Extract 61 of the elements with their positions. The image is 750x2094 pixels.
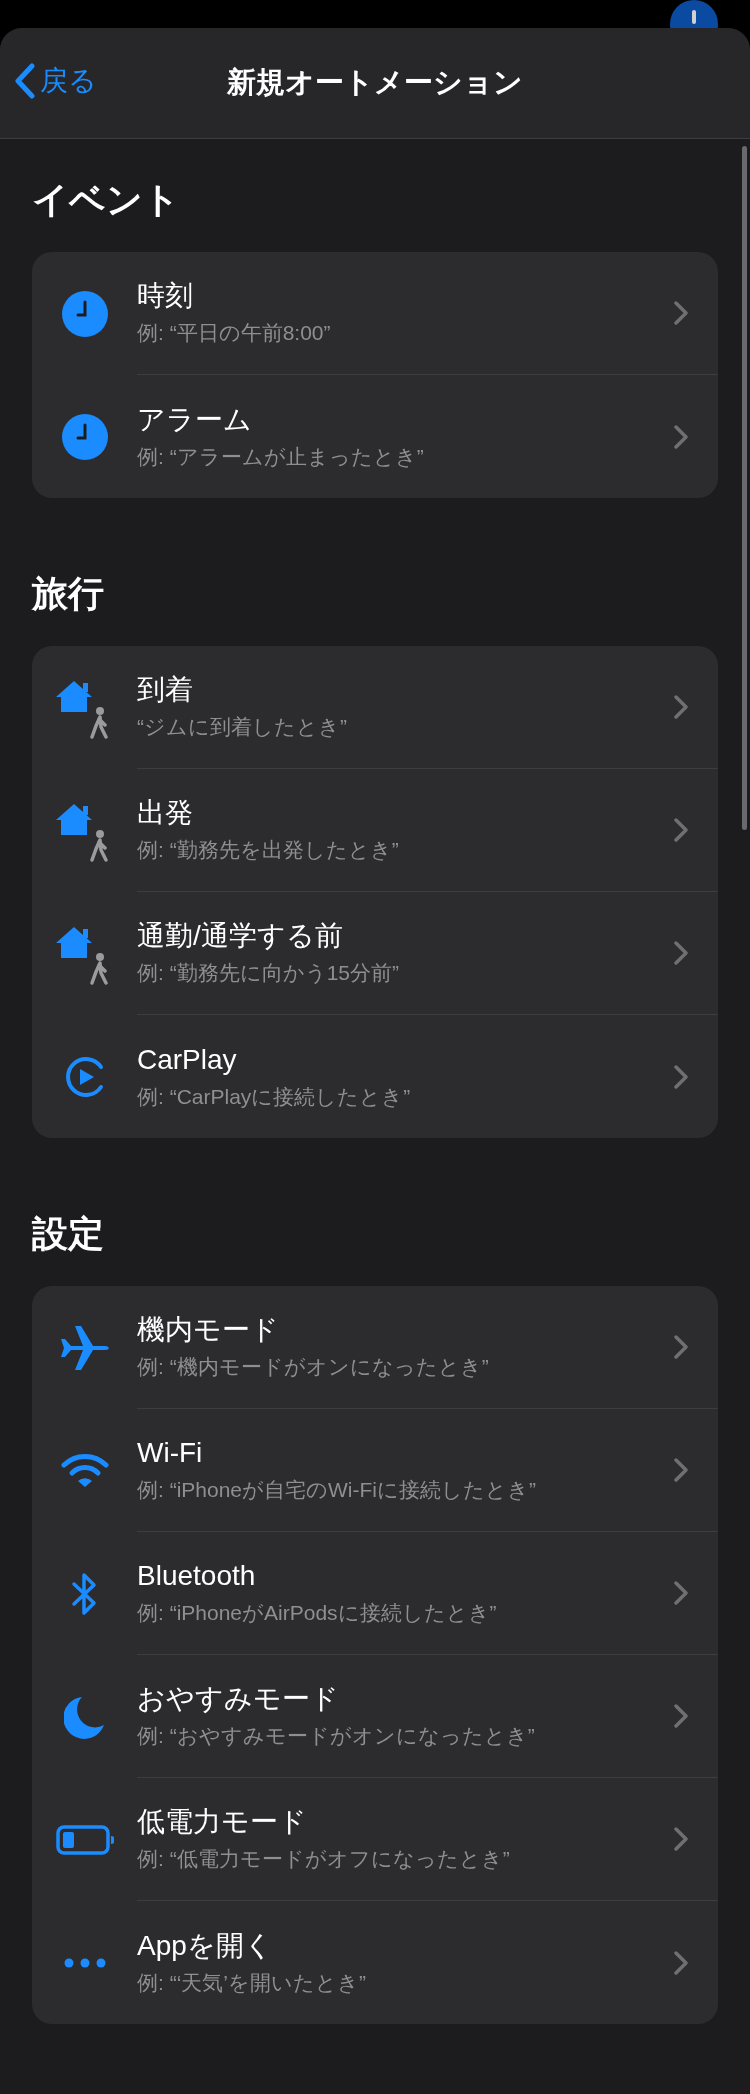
list-row[interactable]: アラーム 例: “アラームが止まったとき” [32, 375, 718, 498]
list-row[interactable]: Appを開く 例: “‘天気’を開いたとき” [32, 1901, 718, 2024]
list-row[interactable]: 低電力モード 例: “低電力モードがオフになったとき” [32, 1778, 718, 1901]
row-subtitle: 例: “アラームが止まったとき” [137, 443, 425, 470]
list-row[interactable]: CarPlay 例: “CarPlayに接続したとき” [32, 1015, 718, 1138]
section-header: 旅行 [32, 572, 104, 616]
clock-icon [61, 413, 108, 460]
row-subtitle: 例: “勤務先に向かう15分前” [137, 960, 400, 986]
section-header: 設定 [32, 1212, 104, 1256]
section-header: イベント [32, 178, 180, 222]
wifi-icon [60, 1452, 109, 1489]
row-subtitle: 例: “おやすみモードがオンになったとき” [137, 1723, 536, 1749]
list-row[interactable]: 機内モード 例: “機内モードがオンになったとき” [32, 1286, 718, 1409]
chevron-icon [674, 1950, 688, 1975]
list-row[interactable]: 到着 “ジムに到着したとき” [32, 646, 718, 769]
row-subtitle: 例: “iPhoneが自宅のWi-Fiに接続したとき” [137, 1477, 538, 1503]
chevron-icon [674, 424, 688, 449]
row-subtitle: 例: “平日の午前8:00” [137, 320, 332, 346]
row-subtitle: 例: “勤務先を出発したとき” [137, 837, 400, 863]
row-subtitle: 例: “CarPlayに接続したとき” [137, 1083, 412, 1110]
row-title: Wi-Fi [137, 1436, 204, 1470]
row-title: Bluetooth [137, 1559, 257, 1593]
screen-title: 新規オートメーション [227, 65, 523, 101]
row-title: おやすみモード [137, 1682, 340, 1716]
list-row[interactable]: 通勤/通学する前 例: “勤務先に向かう15分前” [32, 892, 718, 1015]
list-row[interactable]: Bluetooth 例: “iPhoneがAirPodsに接続したとき” [32, 1532, 718, 1655]
row-title: 低電力モード [137, 1805, 308, 1839]
back-chevron-icon [14, 63, 36, 99]
row-title: Appを開く [137, 1928, 274, 1963]
list-row[interactable]: おやすみモード 例: “おやすみモードがオンになったとき” [32, 1655, 718, 1778]
row-title: CarPlay [137, 1042, 238, 1077]
chevron-icon [674, 1827, 688, 1851]
battery-icon [55, 1824, 114, 1855]
chevron-icon [674, 1458, 688, 1482]
row-title: 時刻 [137, 279, 194, 313]
ellipsis-icon [63, 1957, 106, 1968]
chevron-icon [674, 1335, 688, 1359]
chevron-icon [674, 1704, 688, 1728]
clock-icon [61, 290, 108, 337]
moon-icon [63, 1694, 106, 1739]
row-title: 通勤/通学する前 [137, 919, 344, 953]
row-title: 機内モード [137, 1313, 280, 1347]
chevron-icon [674, 1064, 688, 1089]
row-subtitle: 例: “低電力モードがオフになったとき” [137, 1846, 511, 1872]
back-button[interactable]: 戻る [14, 60, 97, 102]
chevron-icon [674, 301, 688, 325]
chevron-icon [674, 818, 688, 842]
chevron-icon [674, 1581, 688, 1605]
row-subtitle: 例: “機内モードがオンになったとき” [137, 1354, 490, 1380]
row-subtitle: 例: “‘天気’を開いたとき” [137, 1969, 367, 1996]
row-title: アラーム [137, 402, 253, 437]
row-title: 出発 [137, 796, 194, 830]
list-row[interactable]: 時刻 例: “平日の午前8:00” [32, 252, 718, 375]
chevron-icon [674, 695, 688, 719]
list-row[interactable]: Wi-Fi 例: “iPhoneが自宅のWi-Fiに接続したとき” [32, 1409, 718, 1532]
row-subtitle: “ジムに到着したとき” [137, 714, 348, 740]
row-title: 到着 [137, 673, 194, 707]
list-row[interactable]: 出発 例: “勤務先を出発したとき” [32, 769, 718, 892]
airplane-icon [58, 1324, 111, 1371]
chevron-icon [674, 941, 688, 965]
row-subtitle: 例: “iPhoneがAirPodsに接続したとき” [137, 1600, 498, 1626]
